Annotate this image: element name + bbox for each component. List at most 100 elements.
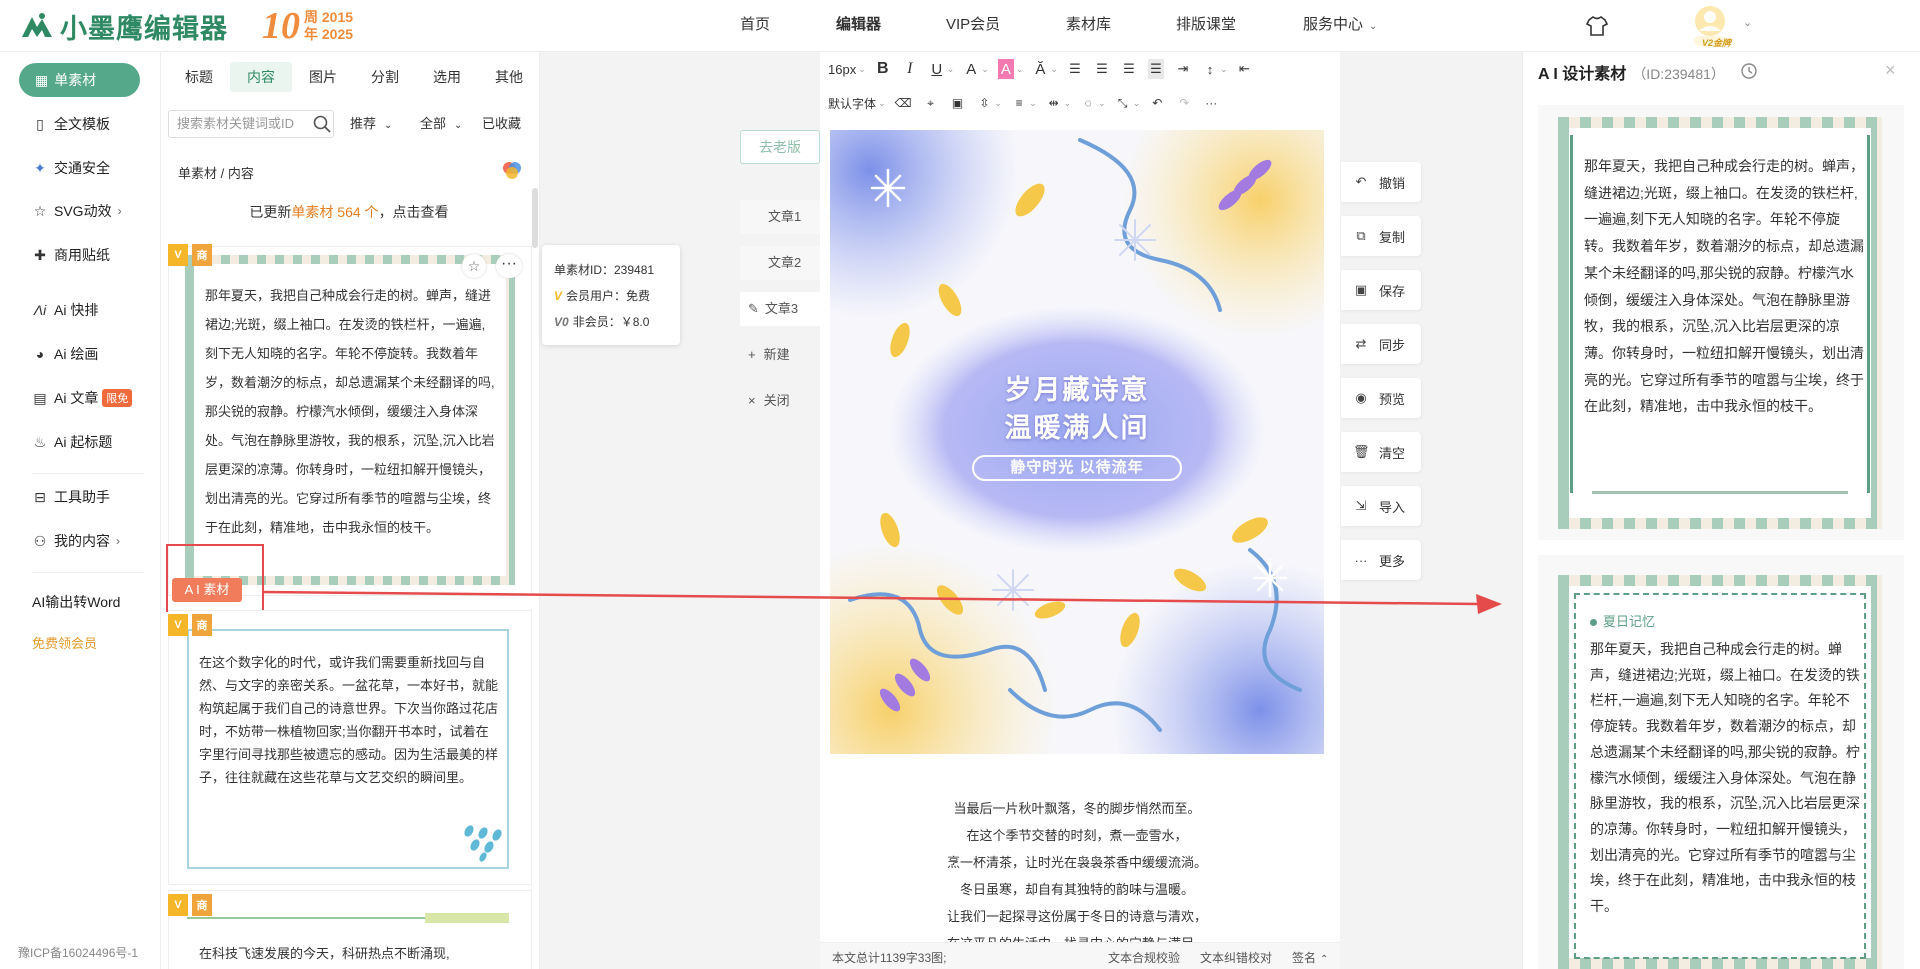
import-button[interactable]: ⇲ 导入 [1341,486,1421,526]
filter-label: 全部 [420,116,447,131]
color-palette-icon[interactable] [502,160,522,180]
copy-button[interactable]: ⧉ 复制 [1341,216,1421,256]
user-icon: ⚇ [33,532,47,549]
nav-editor[interactable]: 编辑器 [836,0,881,52]
sidebar-item-svg[interactable]: ☆ SVG动效 › [32,200,122,222]
bold-icon[interactable]: B [875,59,891,79]
new-article-button[interactable]: + 新建 [740,338,820,372]
star-icon: ☆ [33,202,47,219]
align-left-icon[interactable]: ☰ [1067,59,1083,79]
redo-icon[interactable]: ↷ [1176,93,1192,113]
article-body[interactable]: 当最后一片秋叶飘落，冬的脚步悄然而至。 在这个季节交替的时刻，煮一壶雪水， 烹一… [830,795,1324,957]
tooltip-nonmember-label: 非会员：￥8.0 [572,315,650,329]
save-button[interactable]: ▣ 保存 [1341,270,1421,310]
signature-button[interactable]: 签名 ⌃ [1292,949,1328,966]
tab-other[interactable]: 其他 [478,62,540,92]
compliance-check-button[interactable]: 文本合规校验 [1108,949,1180,966]
clear-format-icon[interactable]: Ă [1032,59,1048,79]
font-color-icon[interactable]: A [963,59,979,79]
eagle-logo-icon [22,13,52,37]
font-family-select[interactable]: 默认字体 [828,93,876,113]
tshirt-icon[interactable] [1585,14,1609,38]
ai-material-card[interactable]: 夏日记忆 那年夏天，我把自己种成会行走的树。蝉声，缝进裙边;光斑，缀上袖口。在发… [1538,555,1904,969]
align-right-icon[interactable]: ☰ [1121,59,1137,79]
clear-button[interactable]: 🗑 清空 [1341,432,1421,472]
scrollbar[interactable] [532,188,538,248]
image-icon[interactable]: ▣ [950,93,966,113]
puzzle-icon: ✚ [34,246,46,263]
bulb-icon[interactable]: ◌ [1080,93,1096,113]
spacing-icon[interactable]: ⇳ [977,93,993,113]
free-member-link[interactable]: 免费领会员 [32,631,97,653]
icp-footer[interactable]: 豫ICP备16024496号-1 [18,944,138,961]
filter-favorites[interactable]: 已收藏 [482,113,521,135]
undo-icon[interactable]: ↶ [1149,93,1165,113]
nav-materials[interactable]: 素材库 [1066,0,1111,52]
underline-icon[interactable]: U [929,59,945,79]
paragraph-spacing-icon[interactable]: ≡ [1011,93,1027,113]
nav-home[interactable]: 首页 [740,0,770,52]
typo-check-button[interactable]: 文本纠错校对 [1200,949,1272,966]
letter-spacing-icon[interactable]: ⇹ [1046,93,1062,113]
more-dots-icon[interactable]: ··· [1203,93,1219,113]
free-badge: 限免 [102,389,133,407]
material-card[interactable]: 在科技飞速发展的今天，科研热点不断涌现, [168,890,532,969]
sidebar-item-single-material[interactable]: ▦ 单素材 [19,63,140,97]
sidebar-item-ai-paint[interactable]: ◕ Ai 绘画 [32,343,99,365]
align-justify-icon[interactable]: ☰ [1147,59,1164,79]
tab-divider[interactable]: 分割 [354,62,416,92]
tab-selected[interactable]: 选用 [416,62,478,92]
sidebar-item-ai-article[interactable]: ▤ Ai 文章 限免 [32,387,133,409]
ai-to-word-link[interactable]: AI输出转Word [32,591,120,613]
filter-recommend[interactable]: 推荐 ⌄ [350,113,392,135]
breadcrumb: 单素材 / 内容 [178,166,254,181]
sync-button[interactable]: ⇄ 同步 [1341,324,1421,364]
nav-vip[interactable]: VIP会员 [946,0,1000,52]
line-height-icon[interactable]: ↕ [1202,59,1218,79]
history-clock-icon[interactable] [1740,62,1758,80]
article-tab-1[interactable]: 文章1 [740,200,820,234]
indent-icon[interactable]: ⇥ [1175,59,1191,79]
tab-image[interactable]: 图片 [292,62,354,92]
sidebar-item-traffic-safety[interactable]: ✦ 交通安全 [32,157,110,179]
preview-button[interactable]: ◉ 预览 [1341,378,1421,418]
article-tab-2[interactable]: 文章2 [740,246,820,280]
template-icon: ▯ [36,115,44,132]
search-input[interactable]: 搜索素材关键词或ID [168,110,334,138]
chevron-down-icon[interactable]: ⌄ [1743,16,1752,29]
close-article-button[interactable]: × 关闭 [740,384,820,418]
tab-content[interactable]: 内容 [230,62,292,92]
ai-material-card[interactable]: 那年夏天，我把自己种成会行走的树。蝉声，缝进裙边;光斑，缀上袖口。在发烫的铁栏杆… [1538,105,1904,540]
filter-all[interactable]: 全部 ⌄ [420,113,462,135]
sidebar-item-tools[interactable]: ⊟ 工具助手 [32,486,110,508]
sidebar-item-stickers[interactable]: ✚ 商用贴纸 [32,244,110,266]
sidebar-item-my-content[interactable]: ⚇ 我的内容 › [32,530,120,552]
close-icon[interactable]: × [1885,60,1896,81]
favorite-star-icon[interactable]: ☆ [462,254,486,278]
update-notice[interactable]: 已更新单素材 564 个，点击查看 [166,196,532,228]
old-version-button[interactable]: 去老版 [740,130,820,164]
material-card[interactable]: 在这个数字化的时代，或许我们需要重新找回与自然、与文字的亲密关系。一盆花草，一本… [168,610,532,885]
sidebar-item-ai-title[interactable]: ♨ Ai 起标题 [32,431,113,453]
logo[interactable]: 小墨鹰编辑器 [20,8,228,45]
italic-icon[interactable]: I [902,59,918,79]
outdent-icon[interactable]: ⇤ [1236,59,1252,79]
link-icon[interactable]: ⤡ [1115,93,1131,113]
more-button[interactable]: ··· 更多 [1341,540,1421,580]
search-icon[interactable] [312,114,332,134]
undo-button[interactable]: ↶ 撤销 [1341,162,1421,202]
eraser-icon[interactable]: ⌫ [895,93,912,113]
tab-title[interactable]: 标题 [168,62,230,92]
sidebar-item-templates[interactable]: ▯ 全文模板 [32,113,110,135]
highlight-color-icon[interactable]: A [997,59,1014,79]
cover-title-line1: 岁月藏诗意 [1004,375,1150,405]
align-center-icon[interactable]: ☰ [1094,59,1110,79]
article-tab-3[interactable]: ✎ 文章3 [740,292,820,326]
sidebar-item-ai-layout[interactable]: Λi Ai 快排 [32,299,99,321]
nav-service[interactable]: 服务中心 ⌄ [1303,0,1377,52]
nav-courses[interactable]: 排版课堂 [1176,0,1236,52]
format-brush-icon[interactable]: ⌖ [923,93,939,113]
more-dots-icon[interactable]: ··· [496,254,522,278]
save-icon: ▣ [1354,282,1368,297]
font-size-select[interactable]: 16px [828,59,856,79]
